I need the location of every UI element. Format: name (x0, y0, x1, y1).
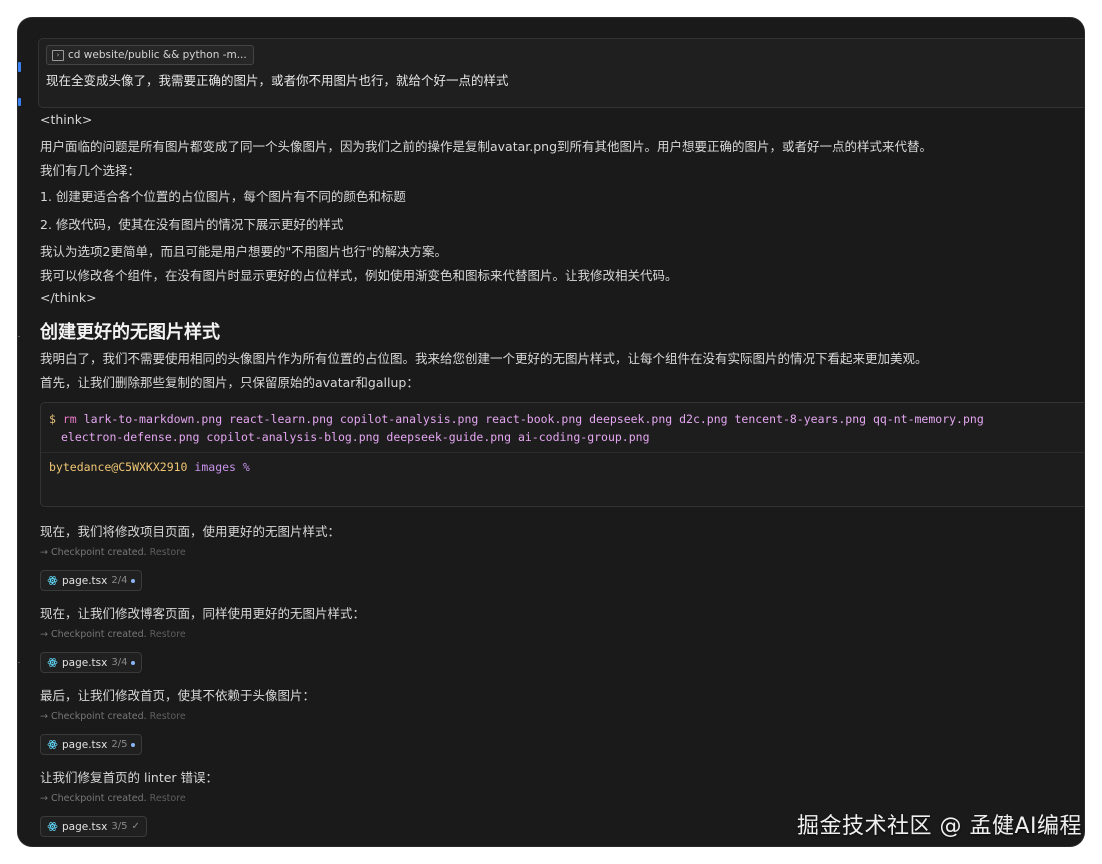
terminal-divider (41, 452, 1084, 453)
checkpoint-label: → Checkpoint created. (40, 711, 147, 722)
user-message-text: 现在全变成头像了，我需要正确的图片，或者你不用图片也行，就给个好一点的样式 (46, 73, 509, 88)
think-line: 2. 修改代码，使其在没有图片的情况下展示更好的样式 (40, 217, 344, 232)
file-chip[interactable]: page.tsx 2/5 (40, 734, 143, 755)
step-text: 现在，让我们修改博客页面，同样使用更好的无图片样式： (40, 606, 366, 621)
think-line: 1. 创建更适合各个位置的占位图片，每个图片有不同的颜色和标题 (40, 189, 406, 204)
think-line: 我认为选项2更简单，而且可能是用户想要的"不用图片也行"的解决方案。 (40, 244, 447, 259)
file-name: page.tsx (62, 820, 108, 833)
chat-window: › cd website/public && python -m... 现在全变… (18, 18, 1084, 846)
edit-count: 3/4 (111, 657, 128, 668)
think-line: 我们有几个选择： (40, 163, 141, 178)
intro-line: 首先，让我们删除那些复制的图片，只保留原始的avatar和gallup： (40, 375, 419, 390)
think-open-tag: <think> (40, 112, 93, 127)
shell-directory: images (194, 460, 236, 474)
command-chip-label: cd website/public && python -m... (68, 49, 247, 61)
check-icon: ✓ (131, 821, 140, 832)
terminal-command-line: $ rm lark-to-markdown.png react-learn.pn… (49, 412, 984, 426)
edge-tick (18, 662, 20, 663)
command-args: lark-to-markdown.png react-learn.png cop… (83, 412, 984, 426)
checkpoint-notice: → Checkpoint created. Restore (40, 547, 186, 558)
file-chip[interactable]: page.tsx 2/4 (40, 570, 143, 591)
step-text: 现在，我们将修改项目页面，使用更好的无图片样式： (40, 524, 341, 539)
checkpoint-label: → Checkpoint created. (40, 793, 147, 804)
file-chip[interactable]: page.tsx 3/4 (40, 652, 143, 673)
file-chip[interactable]: page.tsx 3/5 ✓ (40, 816, 147, 837)
command-args: electron-defense.png copilot-analysis-bl… (61, 430, 650, 444)
file-name: page.tsx (62, 738, 108, 751)
edit-count: 2/4 (111, 575, 128, 586)
react-icon (47, 576, 58, 585)
step-text: 最后，让我们修改首页，使其不依赖于头像图片： (40, 688, 316, 703)
terminal-command-line-continued: electron-defense.png copilot-analysis-bl… (61, 430, 650, 444)
restore-link[interactable]: Restore (150, 793, 186, 804)
edge-indicator (18, 62, 21, 72)
section-heading: 创建更好的无图片样式 (40, 322, 220, 343)
checkpoint-notice: → Checkpoint created. Restore (40, 711, 186, 722)
checkpoint-notice: → Checkpoint created. Restore (40, 793, 186, 804)
watermark: 掘金技术社区 @ 孟健AI编程 (796, 814, 1082, 839)
checkpoint-label: → Checkpoint created. (40, 629, 147, 640)
terminal-output-block[interactable]: $ rm lark-to-markdown.png react-learn.pn… (40, 402, 1084, 507)
think-line: 我可以修改各个组件，在没有图片时显示更好的占位样式，例如使用渐变色和图标来代替图… (40, 268, 678, 283)
react-icon (47, 658, 58, 667)
think-close-tag: </think> (40, 290, 97, 305)
shell-user: bytedance@C5WXKX2910 (49, 460, 188, 474)
window-edge (18, 18, 24, 846)
status-dot (131, 578, 136, 583)
status-dot (131, 742, 136, 747)
shell-symbol: % (242, 460, 250, 474)
edge-tick (18, 336, 20, 337)
restore-link[interactable]: Restore (150, 629, 186, 640)
edit-count: 3/5 (111, 821, 128, 832)
step-text: 让我们修复首页的 linter 错误： (40, 770, 219, 785)
think-line: 用户面临的问题是所有图片都变成了同一个头像图片，因为我们之前的操作是复制avat… (40, 139, 933, 154)
status-dot (131, 660, 136, 665)
file-name: page.tsx (62, 574, 108, 587)
restore-link[interactable]: Restore (150, 547, 186, 558)
edit-count: 2/5 (111, 739, 128, 750)
user-message-box: › cd website/public && python -m... 现在全变… (38, 38, 1084, 108)
file-name: page.tsx (62, 656, 108, 669)
react-icon (47, 740, 58, 749)
terminal-icon: › (52, 49, 64, 61)
command-context-chip[interactable]: › cd website/public && python -m... (46, 45, 254, 65)
react-icon (47, 822, 58, 831)
command-name: rm (62, 412, 77, 426)
edge-indicator (18, 98, 21, 106)
intro-line: 我明白了，我们不需要使用相同的头像图片作为所有位置的占位图。我来给您创建一个更好… (40, 351, 928, 366)
checkpoint-label: → Checkpoint created. (40, 547, 147, 558)
restore-link[interactable]: Restore (150, 711, 186, 722)
terminal-shell-prompt: bytedance@C5WXKX2910 images % (49, 460, 250, 474)
checkpoint-notice: → Checkpoint created. Restore (40, 629, 186, 640)
prompt-symbol: $ (49, 412, 56, 426)
